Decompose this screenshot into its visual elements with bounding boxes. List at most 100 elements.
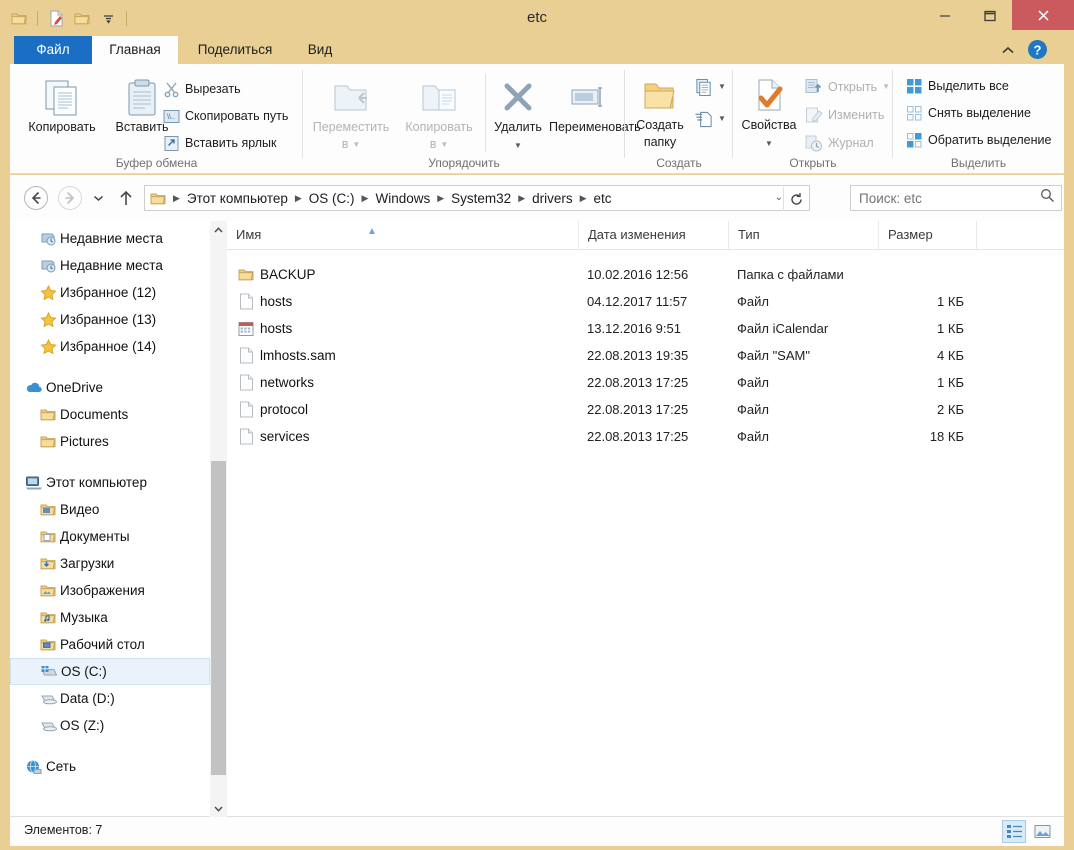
file-name-cell[interactable]: lmhosts.sam xyxy=(232,342,578,369)
column-header-size[interactable]: Размер xyxy=(878,221,976,249)
select-all-button[interactable]: Выделить все xyxy=(905,75,1009,97)
sidebar-item[interactable]: Недавние места xyxy=(10,225,210,252)
file-name-cell[interactable]: hosts xyxy=(232,288,578,315)
breadcrumb[interactable]: ▶ Этот компьютер ▶ OS (C:) ▶ Windows ▶ S… xyxy=(144,185,810,211)
sidebar-item[interactable]: OS (C:) xyxy=(10,658,210,685)
chevron-down-icon-7[interactable]: ▼ xyxy=(882,83,890,91)
breadcrumb-item-4[interactable]: drivers xyxy=(528,191,577,206)
sidebar-item[interactable]: Избранное (14) xyxy=(10,333,210,360)
tab-home[interactable]: Главная xyxy=(92,36,178,64)
sidebar-item[interactable]: Документы xyxy=(10,523,210,550)
sidebar-item[interactable]: Pictures xyxy=(10,428,210,455)
new-item-button[interactable]: ▼ xyxy=(695,76,726,98)
scrollbar-thumb[interactable] xyxy=(211,461,226,775)
breadcrumb-separator-1[interactable]: ▶ xyxy=(292,193,305,204)
up-button[interactable] xyxy=(116,188,136,208)
copy-button[interactable]: Копировать xyxy=(18,72,106,135)
details-view-button[interactable] xyxy=(1002,820,1026,843)
column-header-date[interactable]: Дата изменения xyxy=(578,221,728,249)
table-row[interactable]: services 22.08.2013 17:25 Файл 18 КБ xyxy=(227,423,1064,450)
sidebar-item[interactable]: Рабочий стол xyxy=(10,631,210,658)
breadcrumb-separator-3[interactable]: ▶ xyxy=(434,193,447,204)
table-row[interactable]: BACKUP 10.02.2016 12:56 Папка с файлами xyxy=(227,261,1064,288)
maximize-button[interactable] xyxy=(967,0,1012,30)
qat-folder-icon[interactable] xyxy=(8,7,30,29)
breadcrumb-separator[interactable]: ▶ xyxy=(170,193,183,204)
navigation-scrollbar[interactable] xyxy=(210,221,227,817)
invert-selection-button[interactable]: Обратить выделение xyxy=(905,129,1051,151)
sidebar-item[interactable]: OS (Z:) xyxy=(10,712,210,739)
recent-locations-button[interactable] xyxy=(90,191,106,205)
chevron-down-icon[interactable]: ▼ xyxy=(352,140,360,149)
sidebar-item[interactable]: Data (D:) xyxy=(10,685,210,712)
collapse-ribbon-icon[interactable] xyxy=(998,40,1018,60)
forward-button[interactable] xyxy=(56,184,84,212)
paste-shortcut-button[interactable]: Вставить ярлык xyxy=(162,132,277,154)
sidebar-item[interactable]: Загрузки xyxy=(10,550,210,577)
breadcrumb-item-3[interactable]: System32 xyxy=(447,191,515,206)
column-header-name[interactable]: Имя ▲ xyxy=(227,221,578,249)
chevron-down-icon-3[interactable]: ▼ xyxy=(514,141,522,150)
breadcrumb-folder-icon[interactable] xyxy=(150,191,170,206)
breadcrumb-separator-5[interactable]: ▶ xyxy=(577,193,590,204)
sidebar-item[interactable]: Избранное (12) xyxy=(10,279,210,306)
file-name-cell[interactable]: BACKUP xyxy=(232,261,578,288)
delete-button[interactable]: Удалить ▼ xyxy=(487,72,549,152)
minimize-button[interactable] xyxy=(922,0,967,30)
table-row[interactable]: lmhosts.sam 22.08.2013 19:35 Файл "SAM" 4 К… xyxy=(227,342,1064,369)
sidebar-item[interactable]: OneDrive xyxy=(10,374,210,401)
sidebar-item[interactable]: Избранное (13) xyxy=(10,306,210,333)
move-to-button[interactable]: Переместить в ▼ xyxy=(307,72,395,152)
tab-share[interactable]: Поделиться xyxy=(178,36,292,64)
file-name-cell[interactable]: networks xyxy=(232,369,578,396)
scroll-down-icon[interactable] xyxy=(210,800,227,817)
sidebar-item[interactable]: Недавние места xyxy=(10,252,210,279)
refresh-button[interactable] xyxy=(783,187,808,211)
sidebar-item[interactable]: Этот компьютер xyxy=(10,469,210,496)
chevron-down-icon-2[interactable]: ▼ xyxy=(440,140,448,149)
large-icons-view-button[interactable] xyxy=(1030,820,1054,843)
sidebar-item[interactable]: Documents xyxy=(10,401,210,428)
history-button[interactable]: Журнал xyxy=(805,132,874,154)
search-input[interactable] xyxy=(857,189,1040,207)
breadcrumb-separator-2[interactable]: ▶ xyxy=(359,193,372,204)
qat-chevron-down-icon[interactable] xyxy=(97,7,119,29)
scroll-up-icon[interactable] xyxy=(210,221,227,238)
properties-button[interactable]: Свойства ▼ xyxy=(733,70,805,150)
table-row[interactable]: hosts 04.12.2017 11:57 Файл 1 КБ xyxy=(227,288,1064,315)
file-name-cell[interactable]: protocol xyxy=(232,396,578,423)
easy-access-button[interactable]: ▼ xyxy=(695,108,726,130)
chevron-down-icon-4[interactable]: ▼ xyxy=(718,83,726,91)
new-folder-button[interactable]: Создать папку xyxy=(625,70,695,150)
edit-button[interactable]: Изменить xyxy=(805,104,884,126)
breadcrumb-item-0[interactable]: Этот компьютер xyxy=(183,191,292,206)
sidebar-item[interactable]: Видео xyxy=(10,496,210,523)
breadcrumb-item-1[interactable]: OS (C:) xyxy=(305,191,359,206)
select-none-button[interactable]: Снять выделение xyxy=(905,102,1031,124)
table-row[interactable]: hosts 13.12.2016 9:51 Файл iCalendar 1 КБ xyxy=(227,315,1064,342)
search-icon[interactable] xyxy=(1040,188,1055,208)
help-icon[interactable]: ? xyxy=(1027,39,1048,60)
table-row[interactable]: protocol 22.08.2013 17:25 Файл 2 КБ xyxy=(227,396,1064,423)
tab-view[interactable]: Вид xyxy=(292,36,348,64)
tab-file[interactable]: Файл xyxy=(14,36,92,64)
qat-folder-icon-2[interactable] xyxy=(71,7,93,29)
copy-to-button[interactable]: Копировать в ▼ xyxy=(395,72,483,152)
breadcrumb-item-2[interactable]: Windows xyxy=(371,191,434,206)
search-box[interactable] xyxy=(850,185,1062,211)
back-button[interactable] xyxy=(22,184,50,212)
column-header-type[interactable]: Тип xyxy=(728,221,878,249)
breadcrumb-dropdown-icon[interactable]: ⌄ xyxy=(775,192,783,203)
file-name-cell[interactable]: services xyxy=(232,423,578,450)
sidebar-item[interactable]: Изображения xyxy=(10,577,210,604)
copy-path-button[interactable]: \\.. Скопировать путь xyxy=(162,105,288,127)
cut-button[interactable]: Вырезать xyxy=(162,78,241,100)
open-button[interactable]: Открыть ▼ xyxy=(805,76,890,98)
chevron-down-icon-6[interactable]: ▼ xyxy=(765,139,773,148)
rename-button[interactable]: Переименовать xyxy=(549,72,641,135)
chevron-down-icon-5[interactable]: ▼ xyxy=(718,115,726,123)
table-row[interactable]: networks 22.08.2013 17:25 Файл 1 КБ xyxy=(227,369,1064,396)
breadcrumb-separator-4[interactable]: ▶ xyxy=(515,193,528,204)
close-button[interactable] xyxy=(1012,0,1074,30)
file-name-cell[interactable]: hosts xyxy=(232,315,578,342)
